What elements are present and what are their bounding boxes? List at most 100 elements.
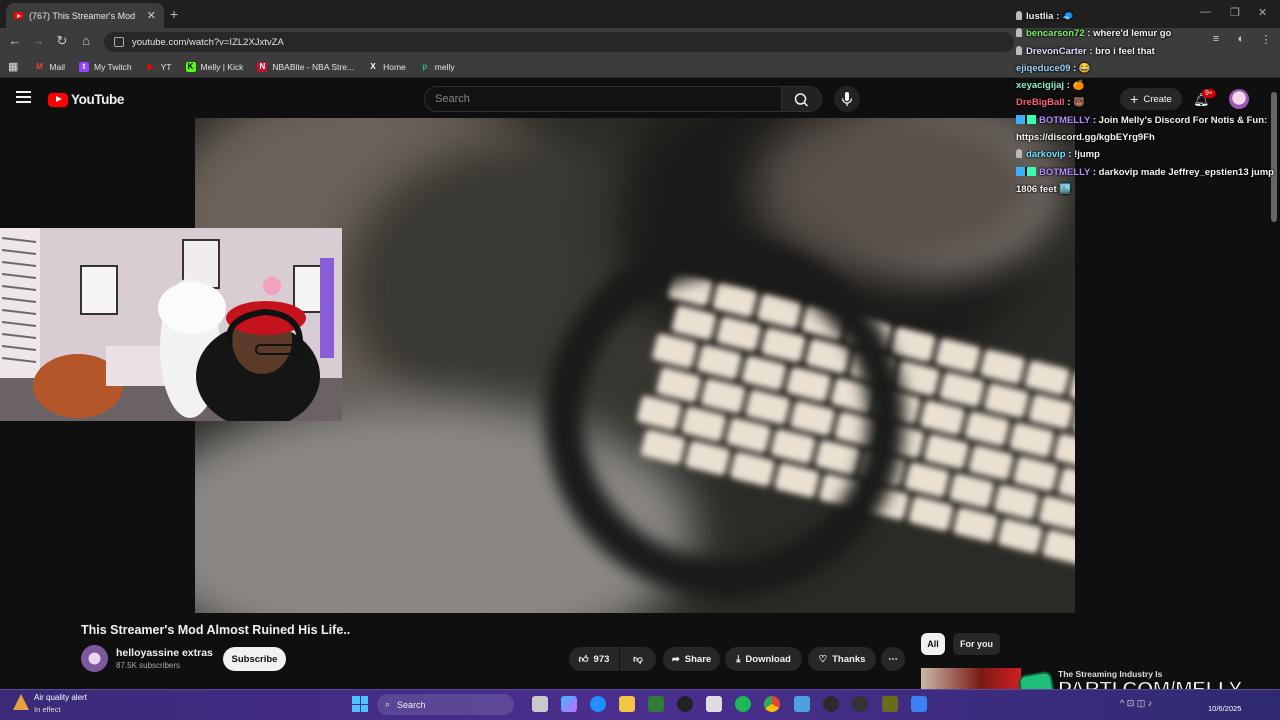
chat-message: bencarson72 : where'd lemur go <box>1016 25 1278 42</box>
system-tray[interactable]: ^ ⊡ ◫ ♪ <box>1120 698 1152 709</box>
chat-username: bencarson72 <box>1026 28 1085 40</box>
browser-tab[interactable]: (767) This Streamer's Mod ✕ <box>6 3 164 28</box>
recommended-thumbnail[interactable] <box>921 668 1021 690</box>
taskbar-search-label: Search <box>397 699 426 710</box>
bookmark-melly[interactable]: p melly <box>420 61 455 72</box>
chat-username: xeyacigijaj <box>1016 80 1065 92</box>
voice-search-button[interactable] <box>834 86 860 112</box>
chrome-icon[interactable] <box>764 696 780 712</box>
keyboard-key <box>939 372 985 408</box>
taskbar-search[interactable]: ⌕ Search <box>377 694 514 715</box>
chat-message: xeyacigijaj : 🍊 <box>1016 80 1085 92</box>
keyboard-key <box>964 411 1010 447</box>
address-bar[interactable]: youtube.com/watch?v=IZL2XJxtvZA <box>104 32 1014 52</box>
thanks-icon: ♡ <box>818 653 828 665</box>
site-info-icon[interactable] <box>114 37 124 47</box>
keyboard-key <box>980 349 1026 385</box>
bookmark-label: melly <box>434 61 455 72</box>
share-icon: ➦ <box>671 653 680 665</box>
obs-icon[interactable] <box>677 696 693 712</box>
forward-icon[interactable]: → <box>29 33 47 48</box>
chat-username: BOTMELLY <box>1039 114 1091 126</box>
like-button[interactable]: 👍︎ 973 <box>569 647 619 671</box>
user-badge-icon <box>1016 11 1022 20</box>
new-tab-button[interactable]: + <box>170 6 178 22</box>
air-quality-title[interactable]: Air quality alert <box>34 693 87 702</box>
edge-icon[interactable] <box>590 696 606 712</box>
bookmark-twitch[interactable]: t My Twitch <box>79 61 132 72</box>
search-input[interactable]: Search <box>424 86 782 112</box>
tab-title: (767) This Streamer's Mod <box>29 10 136 21</box>
chat-text: 🍊 <box>1072 80 1085 92</box>
stream-chat-overlay: lustlia : 🧢 bencarson72 : where'd lemur … <box>1016 8 1278 198</box>
chip-all[interactable]: All <box>921 633 945 655</box>
app-icon[interactable] <box>882 696 898 712</box>
keyboard-key <box>1038 495 1075 531</box>
chip-for-you[interactable]: For you <box>953 633 1000 655</box>
chat-message: lustlia : 🧢 <box>1016 8 1278 25</box>
chat-message: DrevonCarter : bro i feel that <box>1016 43 1278 60</box>
share-button[interactable]: ➦ Share <box>663 647 720 671</box>
keyboard-key <box>983 383 1030 419</box>
apps-icon[interactable]: ▦ <box>8 60 18 73</box>
bookmark-label: Home <box>383 61 406 72</box>
bookmark-yt[interactable]: ▶ YT <box>146 62 172 72</box>
task-view-icon[interactable] <box>532 696 548 712</box>
bookmark-kick[interactable]: K Melly | Kick <box>185 61 243 72</box>
close-tab-icon[interactable]: ✕ <box>147 9 156 22</box>
app-icon[interactable] <box>911 696 927 712</box>
chat-message: DreBigBall : 🐻 <box>1016 97 1085 109</box>
download-label: Download <box>745 653 791 665</box>
thanks-button[interactable]: ♡ Thanks <box>808 647 876 671</box>
video-title: This Streamer's Mod Almost Ruined His Li… <box>81 623 351 637</box>
app-icon[interactable] <box>852 696 868 712</box>
bot-badge-icon <box>1016 166 1036 176</box>
chat-username: DreBigBall <box>1016 97 1065 109</box>
chat-text: 🐻 <box>1073 97 1085 109</box>
bookmark-label: My Twitch <box>94 61 132 72</box>
back-icon[interactable]: ← <box>6 33 24 48</box>
twitch-icon: t <box>79 61 89 72</box>
thanks-label: Thanks <box>832 653 866 665</box>
chat-message: darkovip : !jump <box>1016 146 1278 163</box>
chat-username: lustlia <box>1026 11 1054 22</box>
x-icon: X <box>370 61 376 71</box>
file-explorer-icon[interactable] <box>619 696 635 712</box>
chat-text: 🧢 <box>1061 11 1074 22</box>
hamburger-menu-icon[interactable] <box>16 91 31 103</box>
youtube-logo[interactable]: YouTube <box>48 92 124 107</box>
user-badge-icon <box>1016 45 1022 55</box>
more-actions-button[interactable]: ⋯ <box>881 647 905 671</box>
subscribe-button[interactable]: Subscribe <box>223 647 286 671</box>
keyboard-key <box>904 462 950 498</box>
home-icon[interactable]: ⌂ <box>77 33 95 48</box>
streamer-webcam <box>0 228 342 421</box>
thumbs-down-icon: 👎︎ <box>633 654 643 665</box>
url-text: youtube.com/watch?v=IZL2XJxtvZA <box>132 36 284 48</box>
channel-avatar[interactable] <box>81 645 108 672</box>
share-label: Share <box>684 653 712 665</box>
photos-icon[interactable] <box>794 696 810 712</box>
bookmark-x[interactable]: X Home <box>368 61 406 72</box>
spotify-icon[interactable] <box>735 696 751 712</box>
channel-name[interactable]: helloyassine extras <box>116 647 213 659</box>
youtube-favicon-icon <box>14 12 23 19</box>
bookmark-nbabite[interactable]: N NBABite - NBA Stre... <box>257 61 354 72</box>
bookmark-mail[interactable]: M Mail <box>34 62 65 72</box>
more-icon: ⋯ <box>888 653 898 665</box>
keyboard-key <box>952 507 999 543</box>
search-button[interactable] <box>782 86 822 112</box>
copilot-icon[interactable] <box>561 696 577 712</box>
media-player-icon[interactable] <box>823 696 839 712</box>
chat-text: !jump <box>1074 149 1100 161</box>
windows-taskbar <box>0 689 1280 720</box>
windows-start-icon[interactable] <box>352 696 368 712</box>
dislike-button[interactable]: 👎︎ <box>620 647 656 671</box>
chat-username: BOTMELLY <box>1039 166 1091 178</box>
webcam-scene <box>0 228 342 421</box>
download-button[interactable]: ⤓ Download <box>725 647 802 671</box>
xbox-icon[interactable] <box>648 696 664 712</box>
store-icon[interactable] <box>706 696 722 712</box>
youtube-play-icon <box>48 92 68 107</box>
reload-icon[interactable]: ↻ <box>53 33 71 49</box>
